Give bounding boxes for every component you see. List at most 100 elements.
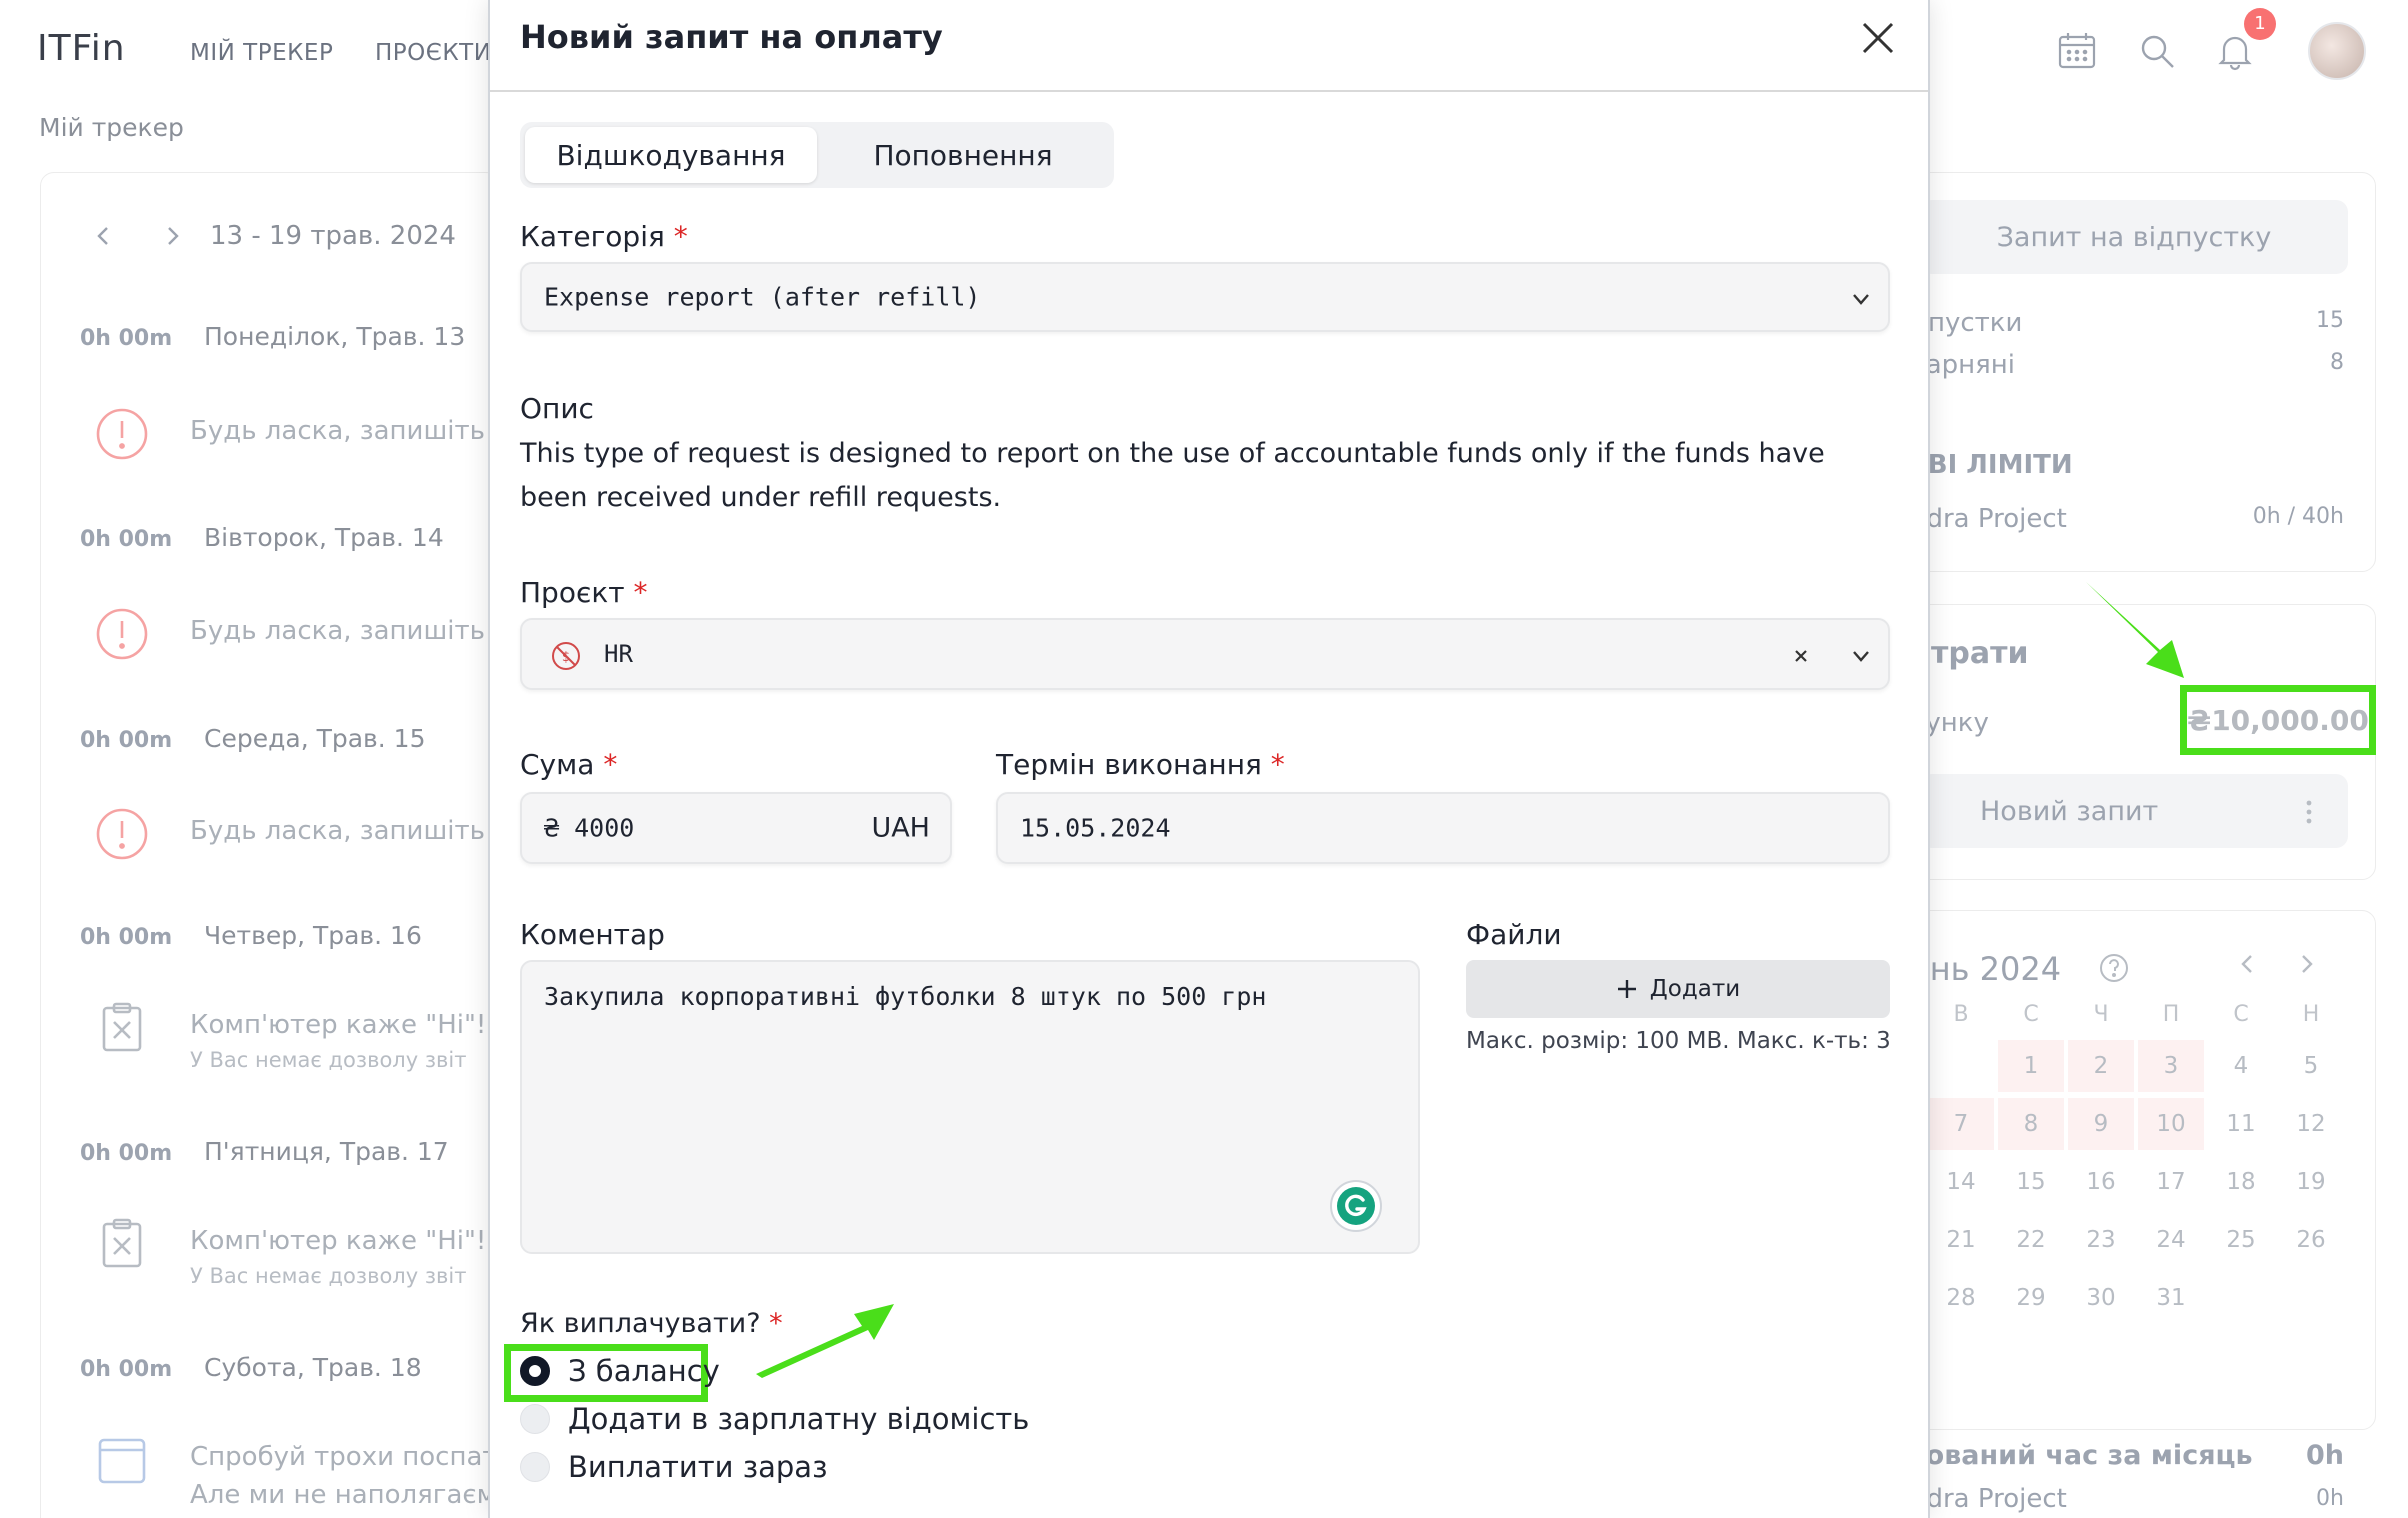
vacation-row-value: 8	[2330, 350, 2344, 375]
files-label: Файли	[1466, 918, 1562, 951]
calendar-day[interactable]: 21	[1928, 1214, 1994, 1266]
app-logo[interactable]: ITFin	[37, 28, 126, 69]
calendar-day[interactable]: 19	[2278, 1156, 2344, 1208]
tab-refill[interactable]: Поповнення	[817, 127, 1109, 183]
limits-heading: ЕВІ ЛІМІТИ	[1910, 450, 2073, 480]
calendar-day[interactable]: 28	[1928, 1272, 1994, 1324]
calendar-title: ень 2024	[1910, 950, 2062, 988]
more-vertical-icon[interactable]	[2306, 800, 2312, 824]
tracked-time-value: 0h	[2305, 1440, 2344, 1471]
calendar-day[interactable]: 3	[2138, 1040, 2204, 1092]
amount-input[interactable]: ₴ 4000 UAH	[520, 792, 952, 864]
calendar-day[interactable]: 16	[2068, 1156, 2134, 1208]
calendar-day[interactable]: 29	[1998, 1272, 2064, 1324]
day-row[interactable]: 0h 00m Субота, Трав. 18	[80, 1353, 422, 1382]
day-row[interactable]: 0h 00m Четвер, Трав. 16	[80, 921, 422, 950]
calendar-day[interactable]: 12	[2278, 1098, 2344, 1150]
comment-textarea[interactable]: Закупила корпоративні футболки 8 штук по…	[520, 960, 1420, 1254]
calendar-day[interactable]: 10	[2138, 1098, 2204, 1150]
payout-label: Як виплачувати? *	[520, 1308, 783, 1339]
tracked-project-value: 0h	[2316, 1486, 2344, 1511]
chevron-right-icon[interactable]	[158, 222, 186, 250]
alert-circle-icon	[96, 408, 148, 460]
notification-badge: 1	[2244, 8, 2276, 40]
due-date-label: Термін виконання *	[996, 748, 1285, 781]
request-type-tabs: Відшкодування Поповнення	[520, 122, 1114, 188]
help-icon[interactable]	[2098, 952, 2130, 984]
grammarly-icon[interactable]	[1330, 1180, 1382, 1232]
calendar-day[interactable]: 24	[2138, 1214, 2204, 1266]
nav-projects[interactable]: ПРОЄКТИ	[375, 40, 491, 66]
payout-option-pay-now[interactable]: Виплатити зараз	[520, 1450, 828, 1484]
payout-option-balance[interactable]: З балансу	[520, 1354, 720, 1388]
calendar-day[interactable]: 5	[2278, 1040, 2344, 1092]
calendar-day[interactable]: 2	[2068, 1040, 2134, 1092]
payout-option-payroll[interactable]: Додати в зарплатну відомість	[520, 1402, 1029, 1436]
calendar-day[interactable]: 9	[2068, 1098, 2134, 1150]
modal-title: Новий запит на оплату	[520, 18, 943, 56]
comment-label: Коментар	[520, 918, 665, 951]
limit-project-label: ndra Project	[1910, 504, 2067, 534]
vacation-request-button[interactable]: Запит на відпустку	[1920, 200, 2348, 274]
day-row[interactable]: 0h 00m П'ятниця, Трав. 17	[80, 1137, 449, 1166]
calendar-day[interactable]: 22	[1998, 1214, 2064, 1266]
day-row[interactable]: 0h 00m Понеділок, Трав. 13	[80, 322, 465, 351]
payment-request-modal: Новий запит на оплату Відшкодування Попо…	[488, 0, 1930, 1518]
week-navigator: 13 - 19 трав. 2024	[90, 218, 456, 254]
currency-label: UAH	[871, 812, 930, 844]
calendar-weekday: Ч	[2093, 1002, 2109, 1027]
calendar-weekday: П	[2162, 1002, 2180, 1027]
new-request-button[interactable]: Новий запит	[1920, 774, 2348, 848]
calendar-blank-icon	[98, 1438, 146, 1484]
calendar-day[interactable]: 23	[2068, 1214, 2134, 1266]
calendar-day[interactable]: 25	[2208, 1214, 2274, 1266]
calendar-day[interactable]: 26	[2278, 1214, 2344, 1266]
project-select[interactable]: $ HR	[520, 618, 1890, 690]
radio-button[interactable]	[520, 1356, 550, 1386]
tab-reimbursement[interactable]: Відшкодування	[525, 127, 817, 183]
calendar-day[interactable]: 30	[2068, 1272, 2134, 1324]
breadcrumb: Мій трекер	[39, 113, 184, 142]
day-row[interactable]: 0h 00m Вівторок, Трав. 14	[80, 523, 444, 552]
vacation-row-value: 15	[2316, 308, 2344, 333]
amount-label: Сума *	[520, 748, 618, 781]
calendar-day[interactable]: 31	[2138, 1272, 2204, 1324]
nav-my-tracker[interactable]: МІЙ ТРЕКЕР	[190, 40, 333, 66]
category-label: Категорія *	[520, 220, 688, 253]
category-select[interactable]: Expense report (after refill)	[520, 262, 1890, 332]
alert-circle-icon	[96, 808, 148, 860]
calendar-day[interactable]: 14	[1928, 1156, 1994, 1208]
radio-button[interactable]	[520, 1452, 550, 1482]
avatar[interactable]	[2308, 22, 2366, 80]
chevron-down-icon	[1853, 294, 1869, 305]
close-icon[interactable]	[1856, 16, 1900, 60]
clear-icon[interactable]	[1788, 643, 1814, 669]
no-money-icon: $	[552, 642, 580, 670]
calendar-day[interactable]: 7	[1928, 1098, 1994, 1150]
calendar-day[interactable]: 1	[1998, 1040, 2064, 1092]
chevron-left-icon[interactable]	[2234, 950, 2262, 978]
annotation-arrow	[756, 1304, 894, 1378]
limit-project-value: 0h / 40h	[2252, 504, 2344, 529]
add-files-button[interactable]: Додати	[1466, 960, 1890, 1018]
clipboard-x-icon	[102, 1218, 142, 1268]
calendar-day[interactable]: 11	[2208, 1098, 2274, 1150]
chevron-down-icon	[1853, 651, 1869, 662]
search-icon[interactable]	[2136, 30, 2178, 72]
annotation-arrow	[2086, 582, 2184, 678]
day-row[interactable]: 0h 00m Середа, Трав. 15	[80, 724, 425, 753]
calendar-day[interactable]: 17	[2138, 1156, 2204, 1208]
radio-button[interactable]	[520, 1404, 550, 1434]
chevron-left-icon[interactable]	[90, 222, 118, 250]
chevron-right-icon[interactable]	[2292, 950, 2320, 978]
calendar-day[interactable]: 18	[2208, 1156, 2274, 1208]
calendar-day[interactable]: 8	[1998, 1098, 2064, 1150]
calendar-day[interactable]: 4	[2208, 1040, 2274, 1092]
project-label: Проєкт *	[520, 576, 648, 609]
due-date-input[interactable]: 15.05.2024	[996, 792, 1890, 864]
calendar-icon[interactable]	[2056, 30, 2098, 72]
svg-text:$: $	[562, 650, 570, 665]
week-range: 13 - 19 трав. 2024	[210, 221, 456, 251]
files-hint: Макс. розмір: 100 MB. Макс. к-ть: 3	[1466, 1028, 1891, 1054]
calendar-day[interactable]: 15	[1998, 1156, 2064, 1208]
